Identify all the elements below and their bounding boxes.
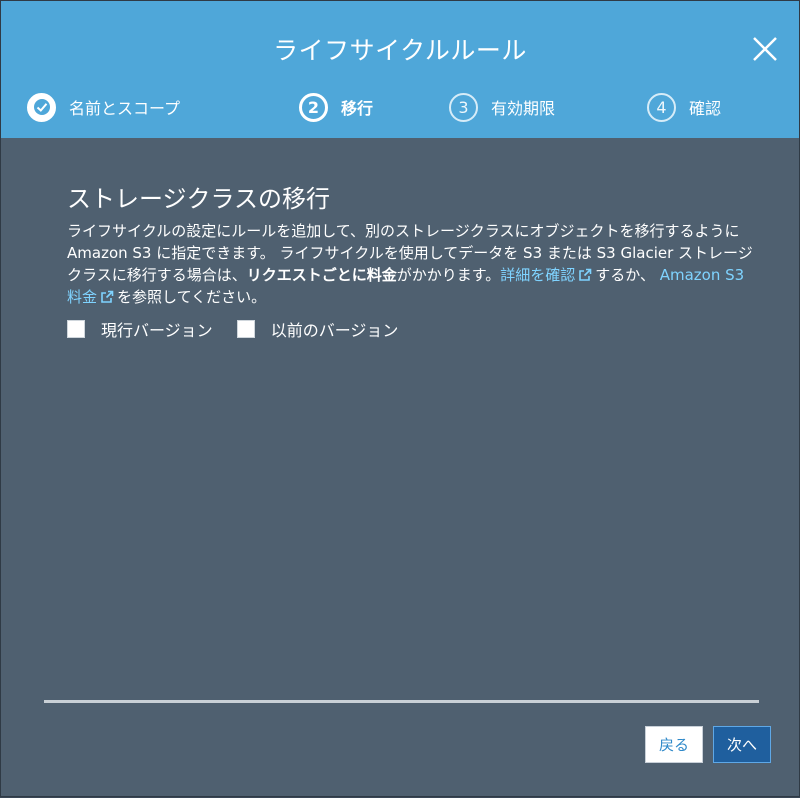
step-transition[interactable]: 2 移行 xyxy=(299,89,373,125)
wizard-steps: 名前とスコープ 2 移行 3 有効期限 4 確認 xyxy=(1,89,799,125)
dialog-title: ライフサイクルルール xyxy=(273,36,527,65)
dialog-body: ストレージクラスの移行 ライフサイクルの設定にルールを追加して、別のストレージク… xyxy=(1,138,799,798)
step-label: 移行 xyxy=(341,99,374,118)
dialog-header: ライフサイクルルール 名前とスコープ 2 移行 3 有効期限 4 確認 xyxy=(1,1,799,138)
footer-divider xyxy=(44,700,759,703)
desc-text: がかかります。 xyxy=(396,266,501,284)
learn-more-link-text: 詳細を確認 xyxy=(500,266,576,284)
section-description: ライフサイクルの設定にルールを追加して、別のストレージクラスにオブジェクトを移行… xyxy=(67,220,757,308)
back-button[interactable]: 戻る xyxy=(645,726,703,763)
learn-more-link[interactable]: 詳細を確認 xyxy=(500,266,595,284)
desc-bold: リクエストごとに料金 xyxy=(246,266,397,284)
section-title: ストレージクラスの移行 xyxy=(67,185,331,213)
step-label: 有効期限 xyxy=(491,99,556,118)
step-number: 3 xyxy=(449,92,478,122)
close-button[interactable] xyxy=(752,36,778,62)
previous-version-label: 以前のバージョン xyxy=(270,321,399,340)
step-label: 確認 xyxy=(689,99,722,118)
step-expiration[interactable]: 3 有効期限 xyxy=(449,89,555,125)
current-version-label: 現行バージョン xyxy=(101,321,213,340)
previous-version-checkbox[interactable] xyxy=(236,320,255,338)
step-review[interactable]: 4 確認 xyxy=(647,89,721,125)
desc-text: するか、 xyxy=(595,266,655,284)
close-icon xyxy=(753,37,777,61)
desc-text: を参照してください。 xyxy=(117,288,267,306)
step-number: 4 xyxy=(647,92,676,122)
current-version-checkbox[interactable] xyxy=(67,320,85,338)
next-button[interactable]: 次へ xyxy=(713,726,771,763)
version-options: 現行バージョン 以前のバージョン xyxy=(67,318,422,340)
check-circle-icon xyxy=(27,92,56,122)
step-number: 2 xyxy=(299,92,328,122)
step-label: 名前とスコープ xyxy=(69,99,181,118)
external-link-icon xyxy=(579,268,592,281)
lifecycle-rule-dialog: ライフサイクルルール 名前とスコープ 2 移行 3 有効期限 4 確認 ストレー… xyxy=(0,0,800,797)
step-name-and-scope[interactable]: 名前とスコープ xyxy=(27,89,180,125)
external-link-icon xyxy=(101,290,114,303)
